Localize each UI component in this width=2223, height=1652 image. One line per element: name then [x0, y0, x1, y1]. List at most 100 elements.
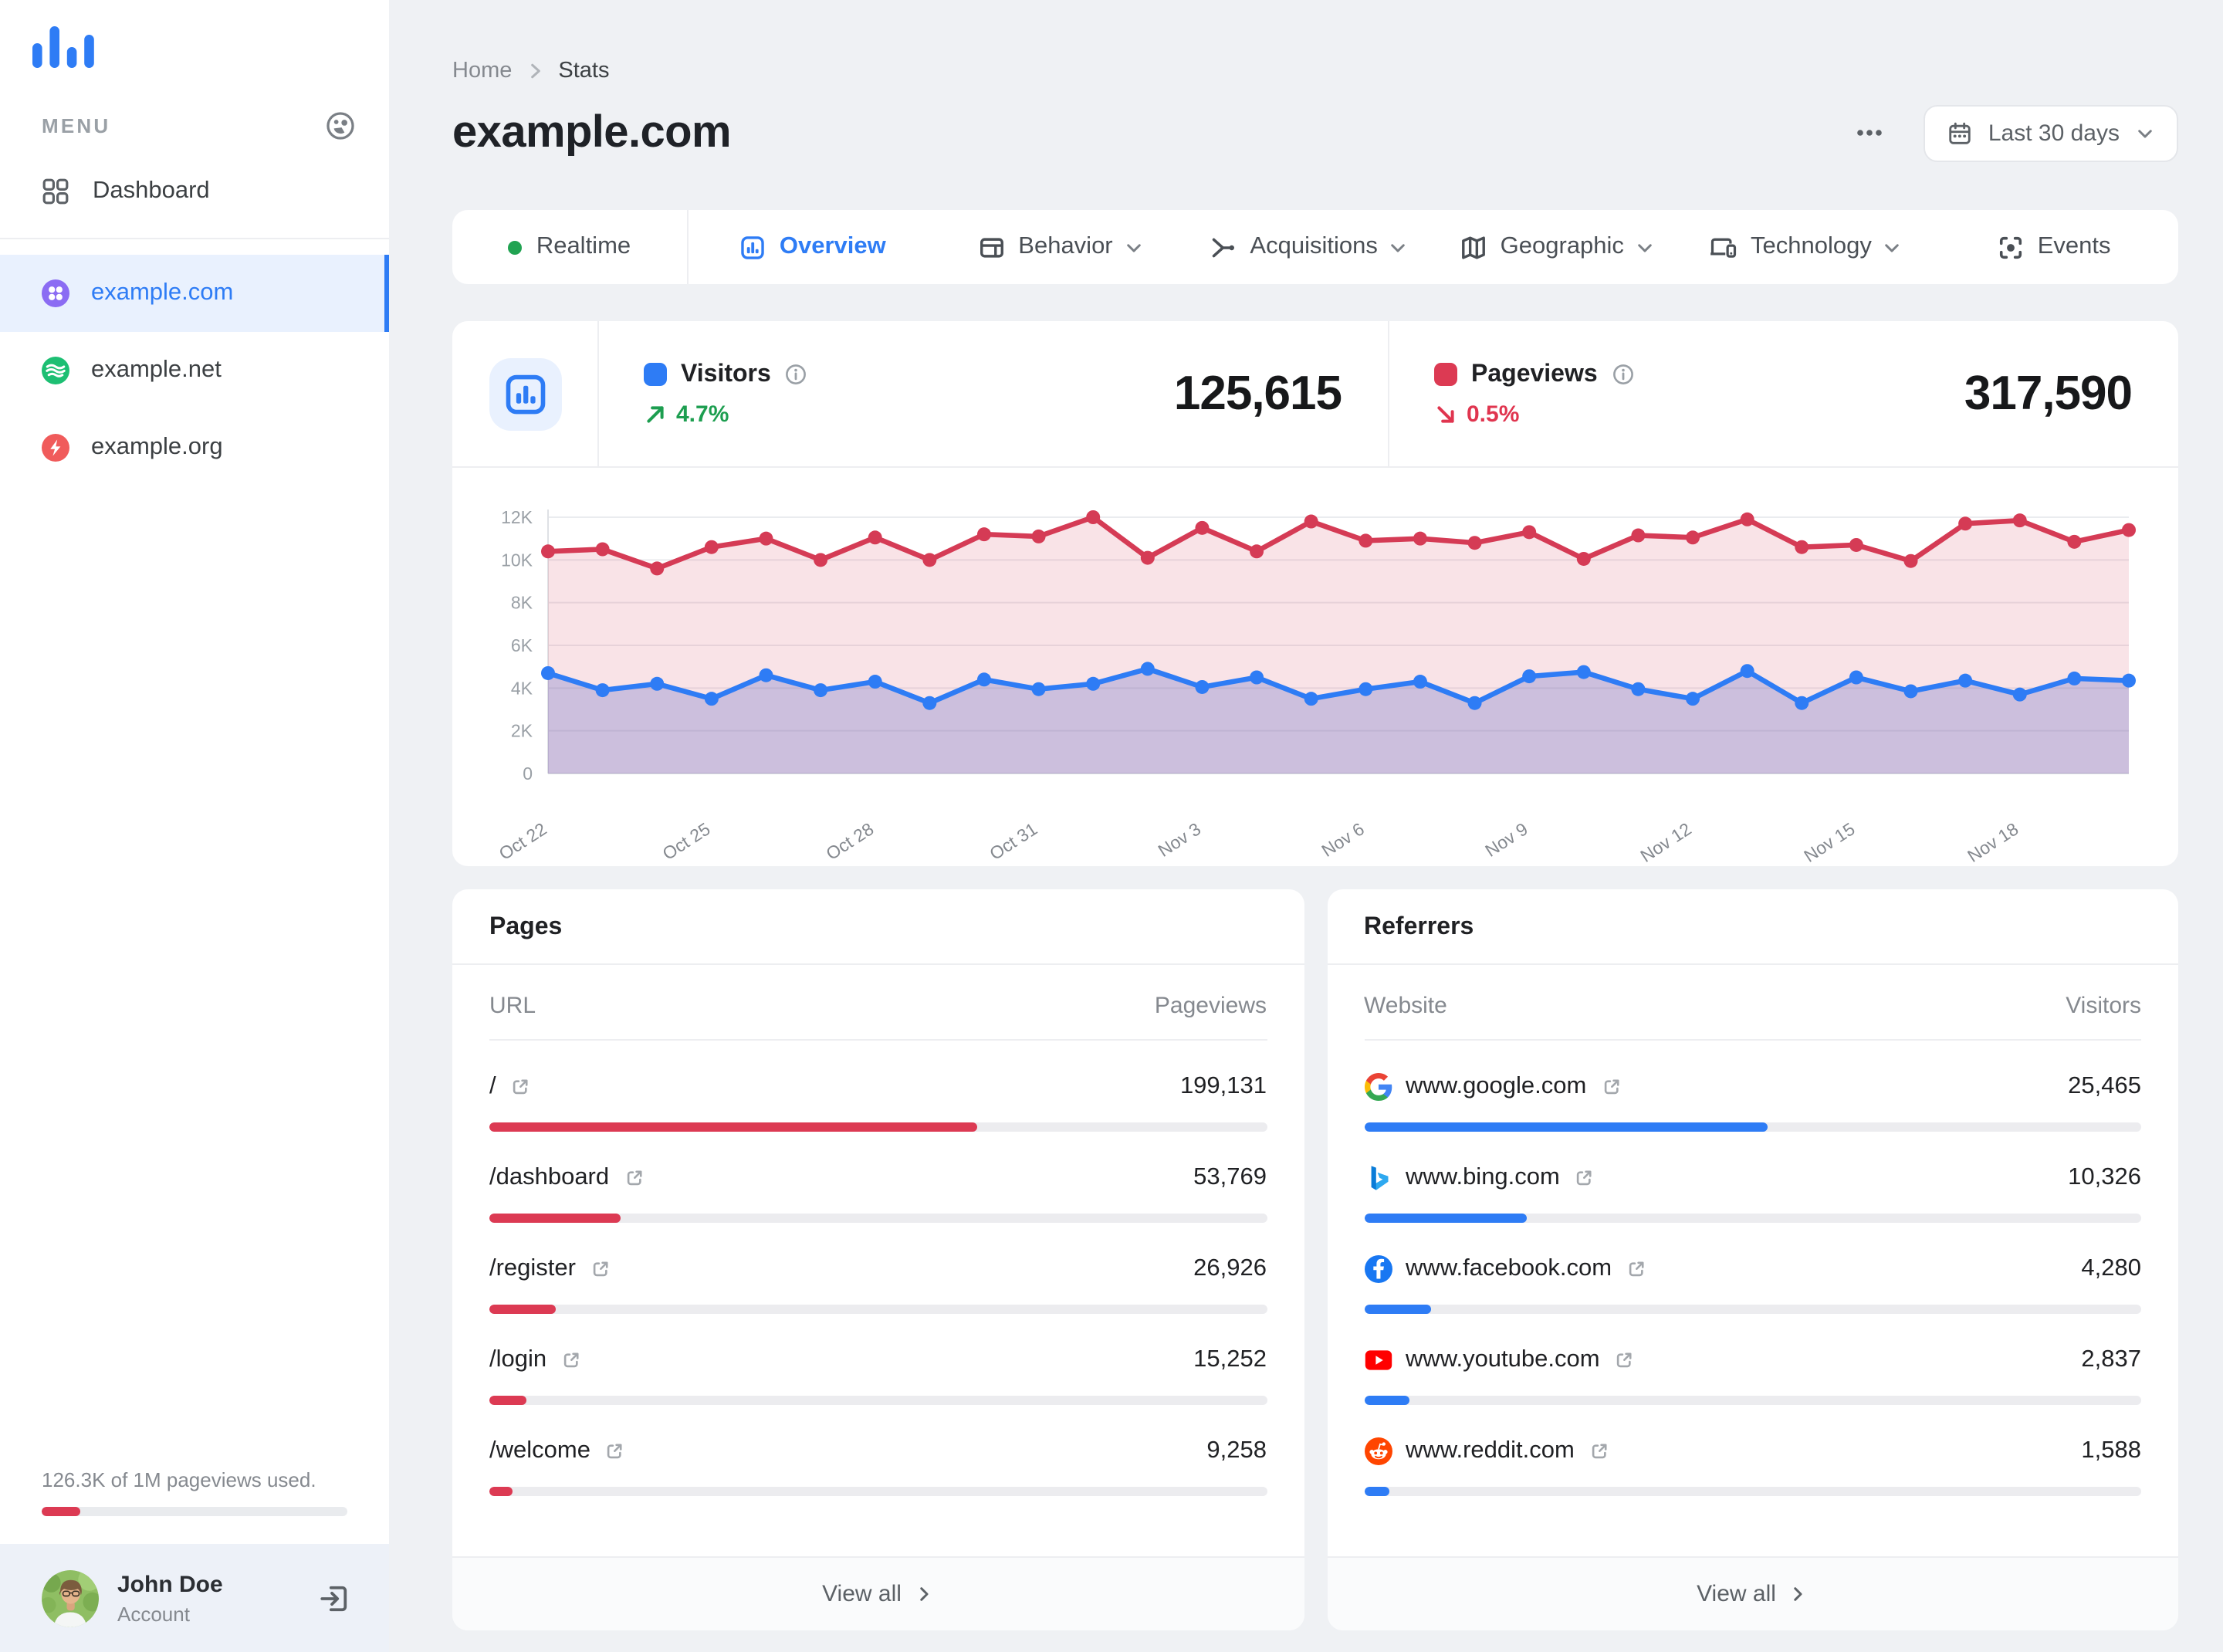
visitors-swatch: [644, 363, 667, 386]
trend-down-icon: [1434, 402, 1457, 425]
row-link[interactable]: /login: [489, 1346, 582, 1374]
more-options-button[interactable]: [1852, 116, 1886, 150]
dashboard-grid-icon: [42, 178, 69, 205]
menu-label: MENU: [42, 114, 111, 137]
table-row: /dashboard 53,769: [489, 1159, 1267, 1223]
row-bar-fill: [489, 1214, 621, 1223]
info-icon[interactable]: [785, 363, 808, 386]
row-bar-fill: [1364, 1122, 1768, 1132]
referrers-view-all-button[interactable]: View all: [1327, 1556, 2178, 1630]
row-link[interactable]: www.facebook.com: [1364, 1255, 1647, 1283]
row-label: /dashboard: [489, 1164, 610, 1190]
row-bar-track: [1364, 1396, 2141, 1405]
row-bar-fill: [1364, 1305, 1432, 1314]
tab-technology[interactable]: Technology: [1682, 210, 1930, 284]
sidebar-item-example.com[interactable]: example.com: [0, 255, 389, 332]
svg-text:12K: 12K: [501, 507, 533, 527]
chevron-right-icon: [914, 1584, 934, 1604]
breadcrumb: Home Stats: [452, 59, 2178, 83]
tab-behavior[interactable]: Behavior: [937, 210, 1186, 284]
row-bar-track: [489, 1214, 1267, 1223]
usage-progress-fill: [42, 1507, 80, 1516]
breadcrumb-chevron-icon: [526, 62, 544, 80]
waves-icon: [42, 357, 69, 384]
row-label: www.reddit.com: [1406, 1437, 1575, 1464]
pages-panel-title: Pages: [452, 889, 1304, 965]
bar-chart-icon: [489, 357, 561, 430]
row-link[interactable]: /register: [489, 1255, 611, 1283]
tab-acquisitions[interactable]: Acquisitions: [1185, 210, 1433, 284]
row-link[interactable]: /welcome: [489, 1437, 626, 1465]
row-link[interactable]: www.reddit.com: [1364, 1437, 1610, 1465]
svg-text:Nov 12: Nov 12: [1636, 818, 1694, 863]
site-name: example.com: [91, 279, 234, 306]
chevron-down-icon: [1124, 237, 1144, 257]
youtube-favicon: [1364, 1349, 1392, 1371]
stats-row: Visitors 4.7% 125,615 Pageviews 0.5% 317…: [452, 321, 2178, 468]
row-value: 15,252: [1193, 1346, 1267, 1373]
geographic-map-icon: [1460, 234, 1487, 260]
pages-table-header: URL Pageviews: [489, 965, 1267, 1041]
live-dot-icon: [508, 240, 523, 254]
sidebar: MENU Dashboard example.com example.net e…: [0, 0, 389, 1652]
svg-text:Nov 6: Nov 6: [1318, 818, 1368, 861]
account-name: John Doe: [117, 1571, 223, 1597]
info-icon[interactable]: [1612, 363, 1635, 386]
visitors-label: Visitors: [681, 361, 771, 387]
row-value: 2,837: [2081, 1346, 2141, 1373]
trend-up-icon: [644, 402, 667, 425]
logout-icon[interactable]: [318, 1582, 350, 1614]
row-label: /welcome: [489, 1437, 590, 1464]
analytics-app: MENU Dashboard example.com example.net e…: [0, 0, 2223, 1652]
row-link[interactable]: www.youtube.com: [1364, 1346, 1636, 1374]
account-section[interactable]: John Doe Account: [0, 1544, 389, 1652]
row-value: 199,131: [1179, 1073, 1267, 1099]
tab-realtime[interactable]: Realtime: [452, 210, 689, 284]
row-bar-fill: [489, 1487, 513, 1496]
row-label: /: [489, 1073, 496, 1099]
table-row: www.reddit.com 1,588: [1364, 1433, 2141, 1496]
sidebar-item-example.org[interactable]: example.org: [0, 409, 389, 486]
row-bar-fill: [1364, 1487, 1389, 1496]
tab-geographic[interactable]: Geographic: [1433, 210, 1682, 284]
chevron-down-icon: [1389, 237, 1409, 257]
site-name: example.org: [91, 434, 223, 460]
sidebar-item-example.net[interactable]: example.net: [0, 332, 389, 409]
row-link[interactable]: /: [489, 1073, 532, 1101]
breadcrumb-stats[interactable]: Stats: [558, 59, 609, 83]
breadcrumb-home[interactable]: Home: [452, 59, 512, 83]
tab-overview[interactable]: Overview: [689, 210, 937, 284]
svg-text:Nov 9: Nov 9: [1481, 818, 1531, 861]
behavior-window-icon: [978, 234, 1004, 260]
row-bar-track: [489, 1487, 1267, 1496]
row-label: /register: [489, 1255, 576, 1281]
sidebar-item-dashboard[interactable]: Dashboard: [0, 151, 389, 232]
usage-quota: 126.3K of 1M pageviews used.: [0, 1468, 389, 1544]
theme-palette-icon[interactable]: [324, 110, 357, 142]
tab-events[interactable]: Events: [1930, 210, 2178, 284]
pageviews-change: 0.5%: [1467, 401, 1520, 427]
date-range-button[interactable]: Last 30 days: [1923, 104, 2178, 161]
row-link[interactable]: /dashboard: [489, 1164, 645, 1192]
visitors-stat: Visitors 4.7% 125,615: [599, 321, 1389, 466]
pages-view-all-button[interactable]: View all: [452, 1556, 1304, 1630]
row-bar-track: [1364, 1305, 2141, 1314]
referrers-panel: Referrers Website Visitors www.google.co…: [1327, 889, 2178, 1630]
external-link-icon: [604, 1440, 626, 1462]
app-logo-icon: [0, 0, 389, 68]
facebook-favicon: [1364, 1255, 1392, 1283]
table-row: www.bing.com 10,326: [1364, 1159, 2141, 1223]
pageviews-swatch: [1434, 363, 1457, 386]
row-link[interactable]: www.bing.com: [1364, 1164, 1595, 1192]
stats-icon-cell: [452, 321, 599, 466]
table-row: /login 15,252: [489, 1342, 1267, 1405]
row-bar-fill: [1364, 1214, 1528, 1223]
row-bar-track: [489, 1396, 1267, 1405]
menu-header: MENU: [0, 68, 389, 151]
visitors-change: 4.7%: [676, 401, 729, 427]
row-link[interactable]: www.google.com: [1364, 1073, 1622, 1101]
external-link-icon: [590, 1258, 611, 1280]
row-bar-fill: [489, 1396, 527, 1405]
sidebar-divider: [0, 238, 389, 239]
column-pageviews: Pageviews: [1154, 993, 1267, 1019]
